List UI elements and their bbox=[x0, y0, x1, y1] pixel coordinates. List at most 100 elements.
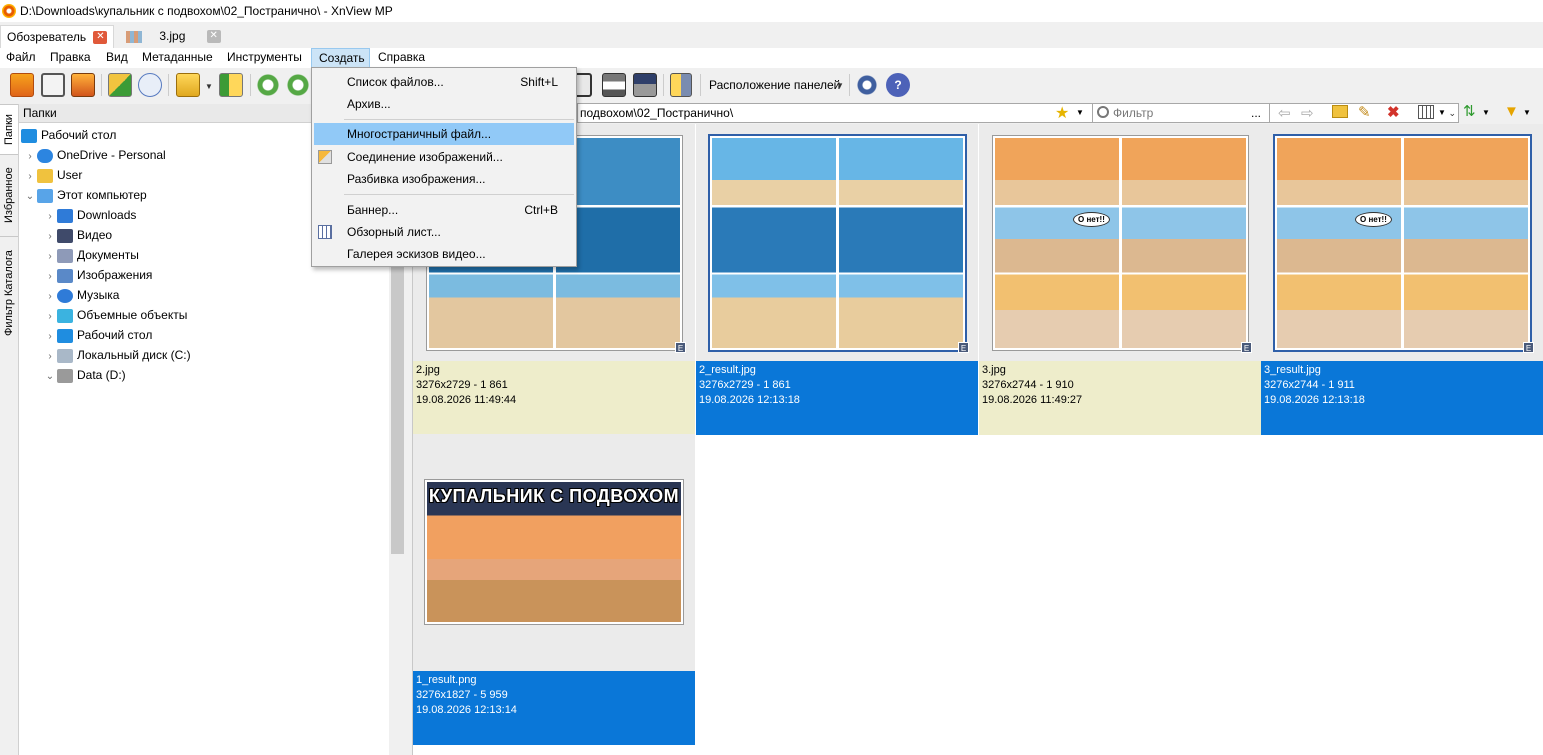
file-name: 1_result.png bbox=[416, 674, 477, 686]
star-favorite-icon[interactable]: ★ bbox=[1055, 103, 1069, 123]
chevron-right-icon[interactable]: › bbox=[43, 327, 57, 347]
batch-convert-icon[interactable] bbox=[108, 73, 132, 97]
move-to-icon[interactable] bbox=[219, 73, 243, 97]
menu-item-banner[interactable]: Баннер... Ctrl+B bbox=[314, 199, 574, 221]
help-icon[interactable]: ? bbox=[886, 73, 910, 97]
thumbnail-cell[interactable]: О нет!! E 3.jpg 3276x2744 - 1 910 19.08.… bbox=[979, 124, 1261, 435]
thumbnail-cell[interactable]: E 2_result.jpg 3276x2729 - 1 861 19.08.2… bbox=[696, 124, 978, 435]
chevron-down-icon[interactable]: ▼ bbox=[836, 81, 844, 90]
chevron-down-icon[interactable]: ⌄ bbox=[23, 187, 37, 207]
rename-icon[interactable]: ✎ bbox=[1358, 103, 1371, 121]
menu-view[interactable]: Вид bbox=[106, 48, 128, 68]
slideshow-icon[interactable] bbox=[71, 73, 95, 97]
settings-tree-icon[interactable] bbox=[670, 73, 692, 97]
thumbnail-cell[interactable]: КУПАЛЬНИК С ПОДВОХОМ 1_result.png 3276x1… bbox=[413, 434, 695, 745]
banner-title: КУПАЛЬНИК С ПОДВОХОМ bbox=[428, 486, 680, 506]
rotate-right-icon[interactable] bbox=[286, 73, 310, 97]
export-icon[interactable] bbox=[176, 73, 200, 97]
tab-3jpg[interactable]: 3.jpg ✕ bbox=[120, 25, 227, 48]
filter-options-button[interactable]: ... bbox=[1251, 104, 1261, 122]
tab-browser[interactable]: Обозреватель ✕ bbox=[0, 25, 115, 48]
gear-icon[interactable] bbox=[855, 73, 879, 97]
close-icon[interactable]: ✕ bbox=[206, 30, 221, 44]
chevron-down-icon[interactable]: ▼ bbox=[1438, 108, 1446, 117]
tree-item[interactable]: › Рабочий стол bbox=[43, 325, 152, 345]
sort-icon[interactable]: ⇅ bbox=[1463, 102, 1476, 120]
tree-item-label: Этот компьютер bbox=[57, 188, 147, 202]
menu-item-file-list[interactable]: Список файлов... Shift+L bbox=[314, 71, 574, 93]
cloud-icon bbox=[37, 148, 53, 163]
panel-layout-label[interactable]: Расположение панелей bbox=[709, 78, 840, 92]
print-icon[interactable] bbox=[602, 73, 626, 97]
tree-item[interactable]: ⌄ Data (D:) bbox=[43, 365, 126, 385]
thumbnail-browser: E 2.jpg 3276x2729 - 1 861 19.08.2026 11:… bbox=[412, 124, 1543, 755]
chevron-right-icon[interactable]: › bbox=[43, 207, 57, 227]
menu-metadata[interactable]: Метаданные bbox=[142, 48, 213, 68]
chevron-down-icon[interactable]: ⌄ bbox=[43, 367, 57, 387]
menu-item-split-image[interactable]: Разбивка изображения... bbox=[314, 168, 574, 190]
menu-create[interactable]: Создать bbox=[311, 48, 370, 68]
close-icon[interactable]: ✕ bbox=[93, 31, 108, 45]
menu-help[interactable]: Справка bbox=[378, 48, 425, 68]
tree-item[interactable]: Рабочий стол bbox=[21, 125, 116, 145]
back-arrow-icon[interactable]: ⇦ bbox=[1278, 104, 1291, 122]
tree-item[interactable]: › Документы bbox=[43, 245, 139, 265]
chevron-right-icon[interactable]: › bbox=[43, 247, 57, 267]
side-tab-catalog-filter[interactable]: Фильтр Каталога bbox=[0, 236, 18, 350]
tree-item[interactable]: › Музыка bbox=[43, 285, 119, 305]
tree-item[interactable]: › Downloads bbox=[43, 205, 136, 225]
tree-item[interactable]: › User bbox=[23, 165, 82, 185]
rotate-left-icon[interactable] bbox=[256, 73, 280, 97]
chevron-right-icon[interactable]: › bbox=[43, 227, 57, 247]
delete-icon[interactable]: ✖ bbox=[1387, 103, 1400, 121]
chevron-right-icon[interactable]: › bbox=[43, 307, 57, 327]
menu-item-contact-sheet[interactable]: Обзорный лист... bbox=[314, 221, 574, 243]
tree-item[interactable]: › Видео bbox=[43, 225, 112, 245]
thumbnail-image[interactable]: О нет!! bbox=[993, 136, 1248, 350]
chevron-down-icon[interactable]: ▼ bbox=[1076, 108, 1084, 117]
image-thumbnail-icon bbox=[126, 30, 142, 43]
chevron-right-icon[interactable]: › bbox=[43, 267, 57, 287]
scan-icon[interactable] bbox=[633, 73, 657, 97]
side-tab-favorites[interactable]: Избранное bbox=[0, 154, 18, 236]
thumbnail-image[interactable]: О нет!! bbox=[1275, 136, 1530, 350]
filter-input[interactable]: Фильтр ... bbox=[1092, 103, 1270, 123]
menu-item-multipage-file[interactable]: Многостраничный файл... bbox=[314, 123, 574, 145]
forward-arrow-icon[interactable]: ⇨ bbox=[1301, 104, 1314, 122]
side-tabs: Папки Избранное Фильтр Каталога bbox=[0, 104, 19, 755]
menu-item-video-thumbnails[interactable]: Галерея эскизов видео... bbox=[314, 243, 574, 265]
tree-item-label: Локальный диск (C:) bbox=[77, 348, 191, 362]
chevron-right-icon[interactable]: › bbox=[43, 287, 57, 307]
tree-item[interactable]: › Локальный диск (C:) bbox=[43, 345, 191, 365]
thumbnail-image[interactable]: КУПАЛЬНИК С ПОДВОХОМ bbox=[425, 480, 683, 624]
new-folder-icon[interactable] bbox=[1332, 105, 1348, 118]
chevron-right-icon[interactable]: › bbox=[23, 167, 37, 187]
menu-tools[interactable]: Инструменты bbox=[227, 48, 302, 68]
info-icon[interactable] bbox=[138, 73, 162, 97]
tree-item[interactable]: › OneDrive - Personal bbox=[23, 145, 166, 165]
tree-item[interactable]: ⌄ Этот компьютер bbox=[23, 185, 147, 205]
thumbnail-view-icon[interactable] bbox=[1418, 105, 1434, 119]
thumbnail-image[interactable] bbox=[710, 136, 965, 350]
menu-item-archive[interactable]: Архив... bbox=[314, 93, 574, 115]
menu-item-label: Соединение изображений... bbox=[347, 150, 503, 164]
chevron-down-icon[interactable]: ▼ bbox=[1482, 108, 1490, 117]
chevron-down-icon[interactable]: ▼ bbox=[1523, 108, 1531, 117]
path-text: подвохом\02_Постранично\ bbox=[580, 106, 734, 120]
filter-funnel-icon[interactable]: ▼ bbox=[1504, 103, 1519, 120]
tree-item[interactable]: › Объемные объекты bbox=[43, 305, 187, 325]
viewer-icon[interactable] bbox=[10, 73, 34, 97]
menu-item-join-images[interactable]: Соединение изображений... bbox=[314, 146, 574, 168]
fullscreen-icon[interactable] bbox=[41, 73, 65, 97]
file-info: 1_result.png 3276x1827 - 5 959 19.08.202… bbox=[413, 671, 695, 745]
chevron-down-icon[interactable]: ▼ bbox=[205, 82, 213, 91]
menu-edit[interactable]: Правка bbox=[50, 48, 91, 68]
chevron-right-icon[interactable]: › bbox=[23, 147, 37, 167]
side-tab-folders[interactable]: Папки bbox=[0, 104, 18, 154]
thumbnail-cell[interactable]: О нет!! E 3_result.jpg 3276x2744 - 1 911… bbox=[1261, 124, 1543, 435]
chevron-right-icon[interactable]: › bbox=[43, 347, 57, 367]
menu-file[interactable]: Файл bbox=[6, 48, 36, 68]
chevron-down-icon[interactable]: ⌄ bbox=[1448, 104, 1456, 122]
tree-item[interactable]: › Изображения bbox=[43, 265, 152, 285]
path-input[interactable]: подвохом\02_Постранично\ ⌄ bbox=[577, 103, 1459, 123]
